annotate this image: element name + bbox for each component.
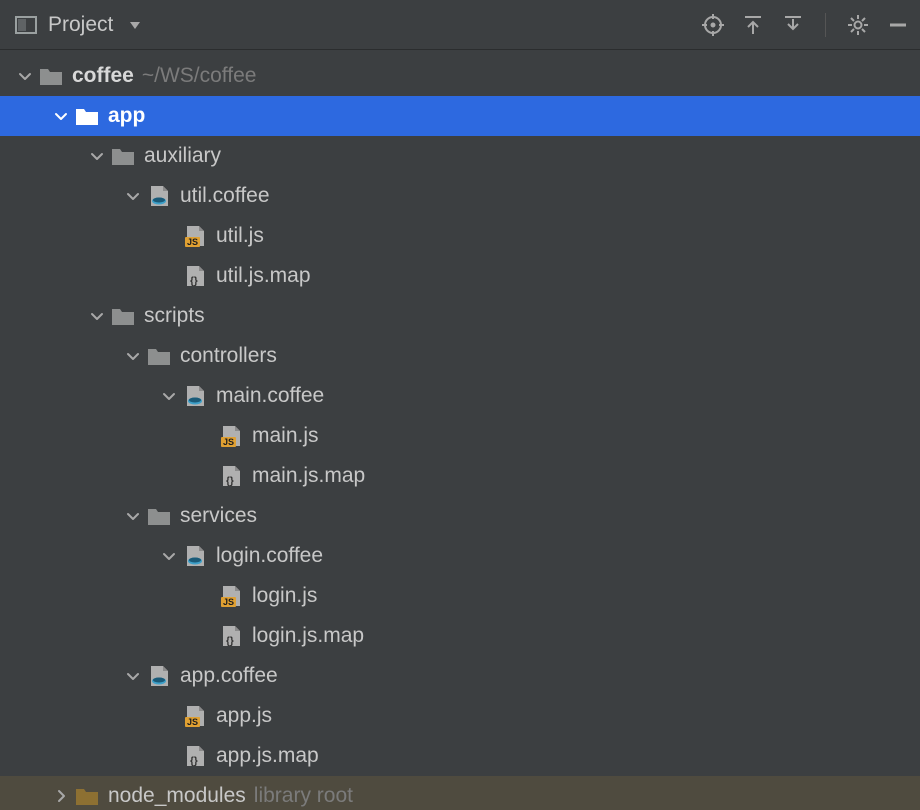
select-opened-file-button[interactable] bbox=[701, 13, 725, 37]
map-file-icon bbox=[218, 463, 244, 489]
file-label: main.js.map bbox=[252, 464, 365, 488]
folder-label: node_modules bbox=[108, 784, 246, 808]
folder-label: services bbox=[180, 504, 257, 528]
view-mode-dropdown[interactable] bbox=[123, 13, 147, 37]
folder-node-auxiliary[interactable]: auxiliary bbox=[0, 136, 920, 176]
folder-node-controllers[interactable]: controllers bbox=[0, 336, 920, 376]
file-node-app-js-map[interactable]: app.js.map bbox=[0, 736, 920, 776]
file-label: app.js.map bbox=[216, 744, 319, 768]
file-node-login-js-map[interactable]: login.js.map bbox=[0, 616, 920, 656]
file-label: login.coffee bbox=[216, 544, 323, 568]
chevron-down-icon[interactable] bbox=[120, 668, 146, 684]
file-node-util-coffee[interactable]: util.coffee bbox=[0, 176, 920, 216]
coffee-file-icon bbox=[146, 183, 172, 209]
folder-icon bbox=[38, 63, 64, 89]
hide-tool-window-button[interactable] bbox=[886, 13, 910, 37]
coffee-file-icon bbox=[182, 383, 208, 409]
map-file-icon bbox=[218, 623, 244, 649]
file-node-main-js-map[interactable]: main.js.map bbox=[0, 456, 920, 496]
chevron-down-icon[interactable] bbox=[84, 148, 110, 164]
folder-label: scripts bbox=[144, 304, 205, 328]
file-label: util.js.map bbox=[216, 264, 311, 288]
file-node-app-coffee[interactable]: app.coffee bbox=[0, 656, 920, 696]
map-file-icon bbox=[182, 743, 208, 769]
library-folder-icon bbox=[74, 783, 100, 809]
toolbar-separator bbox=[825, 13, 826, 37]
folder-icon bbox=[146, 503, 172, 529]
coffee-file-icon bbox=[146, 663, 172, 689]
folder-node-services[interactable]: services bbox=[0, 496, 920, 536]
file-node-util-js-map[interactable]: util.js.map bbox=[0, 256, 920, 296]
tool-window-icon bbox=[14, 13, 38, 37]
chevron-down-icon[interactable] bbox=[156, 548, 182, 564]
file-node-util-js[interactable]: util.js bbox=[0, 216, 920, 256]
folder-label: auxiliary bbox=[144, 144, 221, 168]
file-label: main.coffee bbox=[216, 384, 324, 408]
map-file-icon bbox=[182, 263, 208, 289]
settings-button[interactable] bbox=[846, 13, 870, 37]
chevron-down-icon[interactable] bbox=[12, 68, 38, 84]
js-file-icon bbox=[218, 423, 244, 449]
js-file-icon bbox=[182, 223, 208, 249]
chevron-down-icon[interactable] bbox=[48, 108, 74, 124]
chevron-down-icon[interactable] bbox=[120, 508, 146, 524]
folder-node-node-modules[interactable]: node_modules library root bbox=[0, 776, 920, 810]
file-node-app-js[interactable]: app.js bbox=[0, 696, 920, 736]
chevron-down-icon[interactable] bbox=[120, 188, 146, 204]
file-node-main-js[interactable]: main.js bbox=[0, 416, 920, 456]
file-label: login.js.map bbox=[252, 624, 364, 648]
file-label: login.js bbox=[252, 584, 317, 608]
file-label: app.coffee bbox=[180, 664, 278, 688]
folder-node-scripts[interactable]: scripts bbox=[0, 296, 920, 336]
folder-label: controllers bbox=[180, 344, 277, 368]
file-label: util.coffee bbox=[180, 184, 270, 208]
tool-window-title[interactable]: Project bbox=[48, 13, 113, 37]
coffee-file-icon bbox=[182, 543, 208, 569]
folder-icon bbox=[74, 103, 100, 129]
folder-node-app[interactable]: app bbox=[0, 96, 920, 136]
folder-icon bbox=[110, 303, 136, 329]
chevron-down-icon[interactable] bbox=[156, 388, 182, 404]
folder-icon bbox=[146, 343, 172, 369]
folder-icon bbox=[110, 143, 136, 169]
file-node-login-js[interactable]: login.js bbox=[0, 576, 920, 616]
file-label: main.js bbox=[252, 424, 319, 448]
collapse-all-button[interactable] bbox=[781, 13, 805, 37]
project-tool-window-header: Project bbox=[0, 0, 920, 50]
chevron-down-icon[interactable] bbox=[120, 348, 146, 364]
project-tree: coffee ~/WS/coffee app auxiliary util.co… bbox=[0, 50, 920, 810]
file-label: util.js bbox=[216, 224, 264, 248]
file-node-login-coffee[interactable]: login.coffee bbox=[0, 536, 920, 576]
file-label: app.js bbox=[216, 704, 272, 728]
chevron-right-icon[interactable] bbox=[48, 788, 74, 804]
project-root-node[interactable]: coffee ~/WS/coffee bbox=[0, 56, 920, 96]
expand-all-button[interactable] bbox=[741, 13, 765, 37]
js-file-icon bbox=[182, 703, 208, 729]
folder-label: app bbox=[108, 104, 145, 128]
file-node-main-coffee[interactable]: main.coffee bbox=[0, 376, 920, 416]
project-name: coffee bbox=[72, 64, 134, 88]
js-file-icon bbox=[218, 583, 244, 609]
library-root-note: library root bbox=[254, 784, 353, 808]
project-path: ~/WS/coffee bbox=[142, 64, 257, 88]
chevron-down-icon[interactable] bbox=[84, 308, 110, 324]
